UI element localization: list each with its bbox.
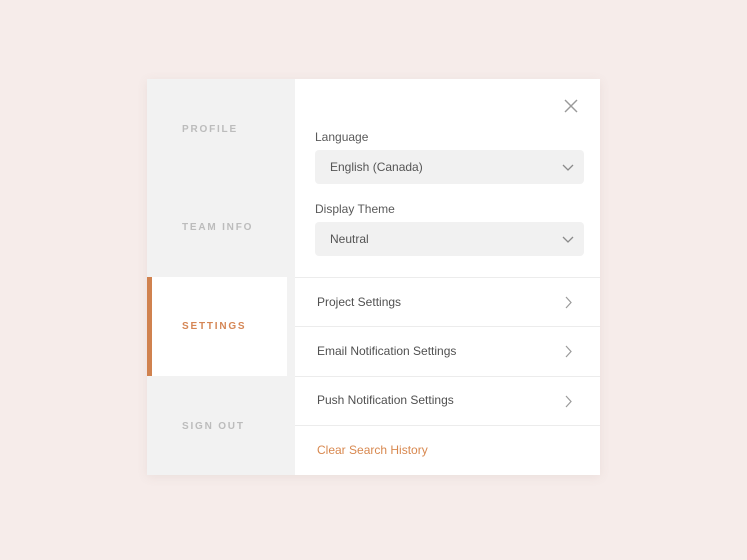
close-button[interactable] bbox=[562, 97, 580, 115]
sidebar-item-sign-out[interactable]: SIGN OUT bbox=[147, 376, 295, 475]
sidebar-item-label: PROFILE bbox=[182, 124, 238, 135]
clear-search-history-link[interactable]: Clear Search History bbox=[317, 443, 428, 457]
sidebar-item-settings[interactable]: SETTINGS bbox=[147, 277, 287, 376]
language-label: Language bbox=[315, 130, 369, 144]
display-theme-value: Neutral bbox=[330, 232, 369, 246]
push-notification-settings-row[interactable]: Push Notification Settings bbox=[295, 376, 600, 426]
sidebar-item-profile[interactable]: PROFILE bbox=[147, 79, 295, 178]
sidebar-item-label: SIGN OUT bbox=[182, 421, 245, 432]
close-icon bbox=[564, 99, 578, 113]
settings-dialog: PROFILE TEAM INFO SETTINGS SIGN OUT Lang… bbox=[147, 79, 600, 475]
chevron-down-icon bbox=[562, 236, 574, 243]
clear-search-history-row[interactable]: Clear Search History bbox=[295, 425, 600, 475]
sidebar-item-label: SETTINGS bbox=[182, 321, 247, 332]
language-value: English (Canada) bbox=[330, 160, 423, 174]
display-theme-select[interactable]: Neutral bbox=[315, 222, 584, 256]
chevron-right-icon bbox=[565, 395, 572, 408]
sidebar: PROFILE TEAM INFO SETTINGS SIGN OUT bbox=[147, 79, 295, 475]
chevron-down-icon bbox=[562, 164, 574, 171]
row-label: Push Notification Settings bbox=[317, 393, 454, 407]
language-select[interactable]: English (Canada) bbox=[315, 150, 584, 184]
row-label: Email Notification Settings bbox=[317, 344, 457, 358]
chevron-right-icon bbox=[565, 296, 572, 309]
row-label: Project Settings bbox=[317, 295, 402, 309]
sidebar-item-team-info[interactable]: TEAM INFO bbox=[147, 178, 295, 277]
sidebar-item-label: TEAM INFO bbox=[182, 222, 254, 233]
display-theme-label: Display Theme bbox=[315, 202, 395, 216]
project-settings-row[interactable]: Project Settings bbox=[295, 277, 600, 327]
active-indicator bbox=[147, 277, 152, 376]
chevron-right-icon bbox=[565, 345, 572, 358]
email-notification-settings-row[interactable]: Email Notification Settings bbox=[295, 326, 600, 376]
